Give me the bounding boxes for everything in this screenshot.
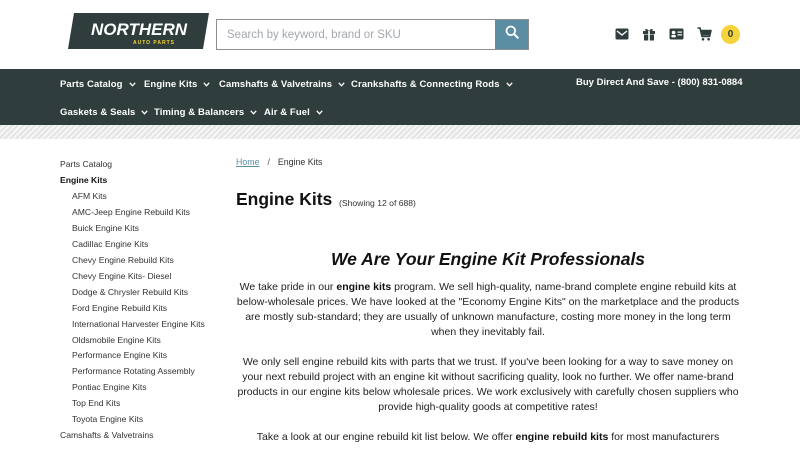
content-headline: We Are Your Engine Kit Professionals [330,249,646,269]
nav-label: Parts Catalog [60,78,123,90]
chevron-down-icon [316,109,323,115]
site-header: NORTHERN AUTO PARTS 0 [0,0,800,69]
sidebar-item-afm-kits[interactable]: AFM Kits [72,191,107,201]
chevron-down-icon [128,81,136,87]
logo-text: NORTHERN [91,20,188,39]
search-bar [216,19,529,50]
chevron-down-icon [250,109,258,115]
decorative-stripe [0,125,800,139]
sidebar-item-engine-kits[interactable]: Engine Kits [60,175,107,185]
sidebar-item-pontiac[interactable]: Pontiac Engine Kits [72,382,147,392]
engine-rebuild-kits-link[interactable]: engine rebuild kits [516,431,609,443]
nav-parts-catalog[interactable]: Parts Catalog [60,77,136,91]
nav-timing-balancers[interactable]: Timing & Balancers [154,105,258,119]
contact-card-icon[interactable] [668,26,684,42]
sidebar-item-buick[interactable]: Buick Engine Kits [72,223,139,233]
cart-icon[interactable] [696,26,712,42]
nav-label: Air & Fuel [264,106,310,118]
sidebar-item-ford[interactable]: Ford Engine Rebuild Kits [72,303,167,313]
nav-label: Crankshafts & Connecting Rods [351,78,500,90]
sidebar-item-chevy-diesel[interactable]: Chevy Engine Kits- Diesel [72,271,171,281]
search-input[interactable] [217,20,495,49]
search-button[interactable] [495,20,528,49]
logo[interactable]: NORTHERN AUTO PARTS [68,13,209,49]
logo-subtext: AUTO PARTS [133,40,175,46]
paragraph-text: We take pride in our [239,281,337,293]
chevron-down-icon [505,81,513,87]
chevron-down-icon [203,81,211,87]
nav-engine-kits[interactable]: Engine Kits [144,77,211,91]
sidebar-item-amc-jeep[interactable]: AMC-Jeep Engine Rebuild Kits [72,207,190,217]
nav-air-fuel[interactable]: Air & Fuel [264,105,323,119]
nav-camshafts-valvetrains[interactable]: Camshafts & Valvetrains [219,77,345,91]
breadcrumb: Home / Engine Kits [236,157,322,167]
engine-kits-link[interactable]: engine kits [336,281,391,293]
sidebar-item-performance-engine[interactable]: Performance Engine Kits [72,350,167,360]
third-paragraph: Take a look at our engine rebuild kit li… [236,430,740,445]
sidebar-item-international-harvester[interactable]: International Harvester Engine Kits [72,319,205,329]
sidebar-item-cadillac[interactable]: Cadillac Engine Kits [72,239,148,249]
sidebar-item-performance-rotating[interactable]: Performance Rotating Assembly [72,366,195,376]
sidebar-item-chevy-rebuild[interactable]: Chevy Engine Rebuild Kits [72,255,174,265]
sidebar-item-top-end[interactable]: Top End Kits [72,398,120,408]
result-count: (Showing 12 of 688) [339,198,416,208]
nav-label: Camshafts & Valvetrains [219,78,333,90]
cart-count-badge[interactable]: 0 [721,25,740,44]
gift-icon[interactable] [641,26,657,42]
breadcrumb-separator: / [267,157,270,167]
sidebar-item-camshafts[interactable]: Camshafts & Valvetrains [60,430,153,440]
nav-label: Engine Kits [144,78,198,90]
paragraph-text: for most manufacturers [608,431,720,443]
nav-label: Gaskets & Seals [60,106,136,118]
intro-paragraph: We take pride in our engine kits program… [236,280,740,340]
page-title: Engine Kits [236,189,333,209]
second-paragraph: We only sell engine rebuild kits with pa… [237,356,739,413]
paragraph-text: Take a look at our engine rebuild kit li… [256,431,516,443]
nav-crankshafts-connecting-rods[interactable]: Crankshafts & Connecting Rods [351,77,513,91]
mail-icon[interactable] [614,26,630,42]
nav-label: Timing & Balancers [154,106,245,118]
sidebar-item-toyota[interactable]: Toyota Engine Kits [72,414,143,424]
sidebar-item-parts-catalog[interactable]: Parts Catalog [60,159,112,169]
chevron-down-icon [338,81,345,87]
search-icon [505,25,519,44]
breadcrumb-current: Engine Kits [277,157,323,167]
sidebar-item-oldsmobile[interactable]: Oldsmobile Engine Kits [72,335,161,345]
nav-phone-number[interactable]: Buy Direct And Save - (800) 831-0884 [576,77,743,88]
sidebar-item-dodge-chrysler[interactable]: Dodge & Chrysler Rebuild Kits [72,287,188,297]
breadcrumb-home-link[interactable]: Home [236,157,259,167]
chevron-down-icon [141,109,149,115]
nav-gaskets-seals[interactable]: Gaskets & Seals [60,105,149,119]
